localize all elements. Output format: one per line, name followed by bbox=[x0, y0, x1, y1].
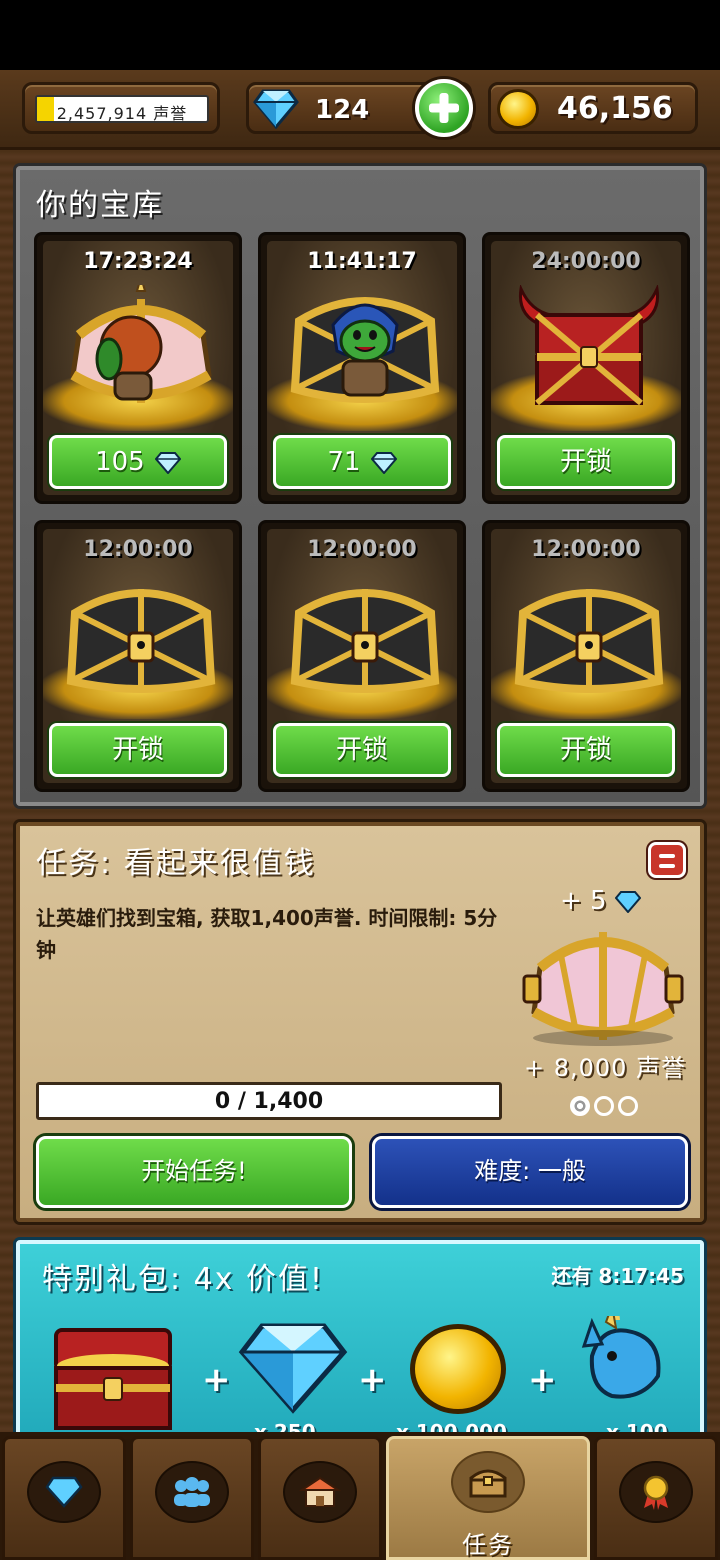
gold-chest-icon bbox=[66, 589, 216, 693]
unicorn-icon bbox=[581, 1316, 661, 1399]
gem-icon bbox=[370, 451, 397, 474]
gold-coin-icon bbox=[497, 89, 539, 129]
quest-list-icon[interactable] bbox=[648, 842, 686, 878]
vault-slot-2[interactable]: 11:41:17 71 bbox=[258, 232, 466, 504]
vault-slot-5[interactable]: 12:00:00 开锁 bbox=[258, 520, 466, 792]
special-offer-panel[interactable]: 特别礼包: 4x 价值! 还有 8:17:45 + x 250 + x 100,… bbox=[16, 1240, 704, 1460]
gold-chest-icon bbox=[290, 589, 440, 693]
fame-box: 2,457,914 声誉 bbox=[22, 82, 220, 134]
fame-progress-bar: 2,457,914 声誉 bbox=[35, 95, 209, 123]
gem-count: 124 bbox=[315, 95, 370, 125]
vault-panel: 你的宝库 17:23:24 105 11:41:17 71 24:00:00 开… bbox=[16, 166, 704, 806]
resource-bar: 2,457,914 声誉 124 46,156 bbox=[0, 70, 720, 150]
gold-chest-icon bbox=[514, 589, 664, 693]
vault-slot-3[interactable]: 24:00:00 开锁 bbox=[482, 232, 690, 504]
reward-fame: + 8,000 声誉 bbox=[524, 1054, 687, 1082]
unlock-button[interactable]: 开锁 bbox=[273, 723, 451, 777]
unlock-button[interactable]: 开锁 bbox=[497, 435, 675, 489]
unlock-button[interactable]: 开锁 bbox=[497, 723, 675, 777]
red-horned-chest-icon bbox=[518, 285, 660, 406]
unicorn-chest-icon bbox=[70, 285, 212, 403]
slot-timer: 11:41:17 bbox=[307, 249, 417, 274]
quest-panel: 任务: 看起来很值钱 让英雄们找到宝箱, 获取1,400声誉. 时间限制: 5分… bbox=[16, 822, 704, 1222]
vault-slot-1[interactable]: 17:23:24 105 bbox=[34, 232, 242, 504]
gem-icon bbox=[614, 890, 642, 914]
plus-sign: + bbox=[358, 1360, 387, 1400]
quest-progress-text: 0 / 1,400 bbox=[214, 1089, 324, 1114]
tab-gems[interactable] bbox=[2, 1436, 126, 1560]
speedup-button[interactable]: 71 bbox=[273, 435, 451, 489]
slot-timer: 12:00:00 bbox=[307, 537, 417, 562]
unlock-button[interactable]: 开锁 bbox=[49, 723, 227, 777]
plus-sign: + bbox=[202, 1360, 231, 1400]
gem-cost: 71 bbox=[327, 447, 361, 477]
slot-timer: 12:00:00 bbox=[531, 537, 641, 562]
tab-heroes[interactable] bbox=[130, 1436, 254, 1560]
gem-icon bbox=[253, 89, 299, 129]
shop-icon bbox=[298, 1476, 342, 1507]
tab-label: 任务 bbox=[462, 1531, 514, 1559]
vault-title: 你的宝库 bbox=[36, 188, 164, 223]
tab-achievements[interactable] bbox=[594, 1436, 718, 1560]
slot-timer: 12:00:00 bbox=[83, 537, 193, 562]
reward-chest-icon bbox=[522, 932, 684, 1046]
vault-slot-6[interactable]: 12:00:00 开锁 bbox=[482, 520, 690, 792]
buy-gems-button[interactable] bbox=[415, 79, 473, 137]
gem-icon bbox=[45, 1476, 83, 1508]
status-bar bbox=[0, 0, 720, 70]
gold-chest-goblin-icon bbox=[290, 297, 440, 403]
gem-icon bbox=[238, 1323, 348, 1414]
gold-count: 46,156 bbox=[557, 91, 673, 126]
bottom-navigation: 任务 bbox=[0, 1432, 720, 1560]
speedup-button[interactable]: 105 bbox=[49, 435, 227, 489]
gem-box[interactable]: 124 bbox=[246, 79, 473, 137]
gold-coin-icon bbox=[410, 1324, 506, 1414]
quest-description: 让英雄们找到宝箱, 获取1,400声誉. 时间限制: 5分钟 bbox=[36, 906, 498, 962]
offer-timer: 还有 8:17:45 bbox=[551, 1264, 684, 1288]
plus-sign: + bbox=[528, 1360, 557, 1400]
vault-slot-4[interactable]: 12:00:00 开锁 bbox=[34, 520, 242, 792]
difficulty-button[interactable]: 难度: 一般 bbox=[372, 1136, 688, 1208]
quest-progress-bar: 0 / 1,400 bbox=[36, 1082, 502, 1120]
heroes-icon bbox=[174, 1477, 210, 1507]
gold-box[interactable]: 46,156 bbox=[488, 82, 698, 134]
slot-timer: 17:23:24 bbox=[83, 249, 193, 274]
quest-title: 任务: 看起来很值钱 bbox=[36, 846, 316, 881]
tab-shop[interactable] bbox=[258, 1436, 382, 1560]
gem-cost: 105 bbox=[95, 447, 145, 477]
reward-gems: + 5 bbox=[560, 886, 642, 916]
difficulty-dots bbox=[570, 1096, 638, 1116]
slot-timer: 24:00:00 bbox=[531, 249, 641, 274]
chest-icon bbox=[469, 1469, 507, 1498]
difficulty-dot bbox=[570, 1096, 590, 1116]
fame-value: 2,457,914 声誉 bbox=[56, 104, 188, 123]
difficulty-dot bbox=[618, 1096, 638, 1116]
red-chest-icon bbox=[54, 1328, 172, 1430]
offer-title: 特别礼包: 4x 价值! bbox=[42, 1262, 325, 1297]
gem-icon bbox=[154, 451, 181, 474]
achievement-icon bbox=[643, 1475, 669, 1510]
start-quest-button[interactable]: 开始任务! bbox=[36, 1136, 352, 1208]
difficulty-dot bbox=[594, 1096, 614, 1116]
tab-quests[interactable]: 任务 bbox=[386, 1436, 590, 1560]
